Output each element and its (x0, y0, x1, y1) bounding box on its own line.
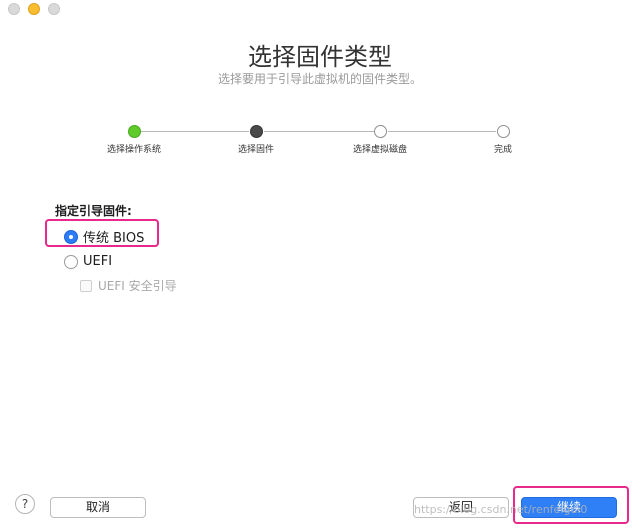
page-title: 选择固件类型 (248, 43, 392, 71)
continue-button[interactable]: 继续 (521, 497, 617, 518)
help-button[interactable]: ? (15, 494, 35, 514)
radio-label: 传统 BIOS (83, 231, 145, 246)
checkbox-label: UEFI 安全引导 (98, 279, 177, 293)
page-subtitle: 选择要用于引导此虚拟机的固件类型。 (217, 72, 422, 86)
step-label: 选择虚拟磁盘 (352, 145, 408, 155)
radio-unselected-icon[interactable] (64, 254, 78, 269)
step-dot-os (128, 125, 141, 138)
step-label: 选择固件 (237, 145, 275, 155)
firmware-section-label: 指定引导固件: (55, 204, 132, 218)
radio-uefi[interactable]: UEFI (64, 254, 112, 269)
step-label: 完成 (493, 145, 513, 155)
uefi-secure-boot-checkbox[interactable]: UEFI 安全引导 (80, 277, 177, 294)
step-dot-firmware (250, 125, 263, 138)
zoom-window-button[interactable] (48, 3, 60, 15)
radio-legacy-bios[interactable]: 传统 BIOS (64, 227, 144, 246)
step-progress: 选择操作系统 选择固件 选择虚拟磁盘 完成 (0, 124, 640, 164)
cancel-button[interactable]: 取消 (50, 497, 146, 518)
close-window-button[interactable] (8, 3, 20, 15)
radio-selected-icon[interactable] (64, 229, 78, 244)
step-dot-disk (374, 125, 387, 138)
radio-label: UEFI (83, 254, 113, 269)
step-connector (264, 131, 374, 132)
checkbox-icon[interactable] (80, 279, 92, 292)
step-label: 选择操作系统 (106, 145, 162, 155)
title-bar (0, 0, 640, 18)
step-dot-finish (497, 125, 510, 138)
minimize-window-button[interactable] (28, 3, 40, 15)
back-button[interactable]: 返回 (413, 497, 509, 518)
step-connector (141, 131, 249, 132)
step-connector (388, 131, 496, 132)
